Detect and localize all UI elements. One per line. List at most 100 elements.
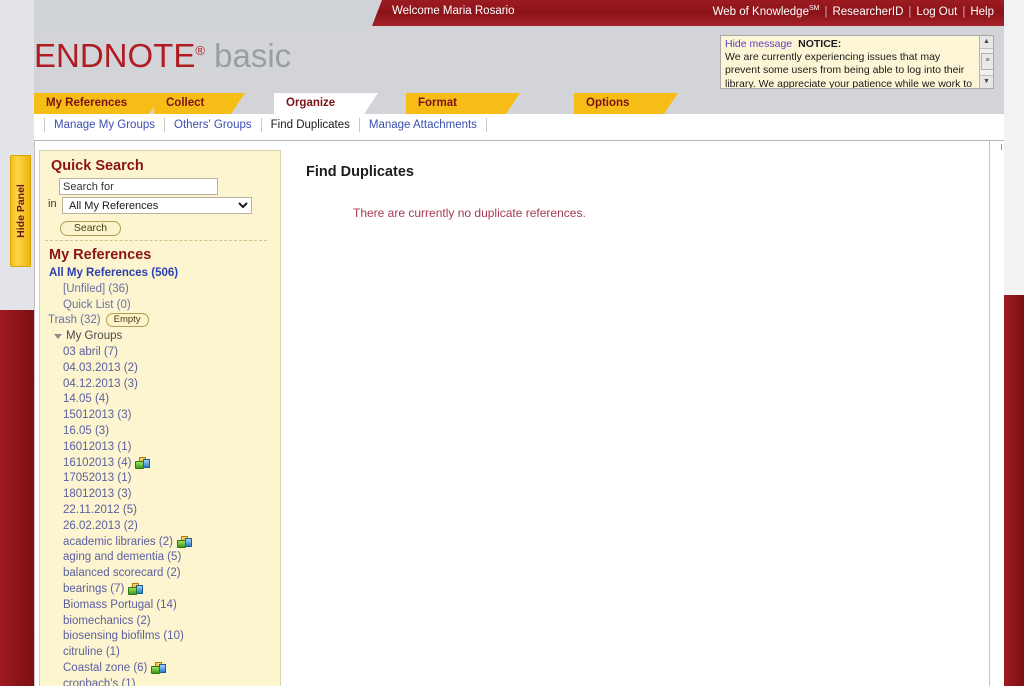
page-edge-right-red	[1004, 295, 1024, 686]
sidebar-group-item[interactable]: citruline (1)	[40, 645, 280, 661]
tab-organize[interactable]: Organize	[274, 93, 378, 114]
search-scope-select[interactable]: All My References	[62, 197, 252, 214]
sidebar-group-item[interactable]: 15012013 (3)	[40, 408, 280, 424]
left-sidebar: Quick Search in All My References Search…	[39, 150, 281, 686]
group-label: citruline (1)	[63, 646, 120, 659]
group-label: 16012013 (1)	[63, 440, 132, 453]
sidebar-group-item[interactable]: academic libraries (2)	[40, 535, 280, 551]
sidebar-group-item[interactable]: 16.05 (3)	[40, 424, 280, 440]
subnav-others-groups[interactable]: Others' Groups	[165, 119, 261, 131]
search-input[interactable]	[59, 178, 218, 195]
trash-label: Trash (32)	[48, 314, 101, 327]
tab-label: Organize	[286, 97, 336, 109]
group-label: 15012013 (3)	[63, 409, 132, 422]
top-utility-bar: Welcome Maria Rosario Web of KnowledgeSM…	[34, 0, 1004, 26]
sidebar-group-item[interactable]: cronbach's (1)	[40, 677, 280, 686]
sidebar-group-item[interactable]: biosensing biofilms (10)	[40, 629, 280, 645]
link-separator-3: |	[962, 5, 966, 18]
sidebar-group-item[interactable]: biomechanics (2)	[40, 614, 280, 630]
group-label: 17052013 (1)	[63, 472, 132, 485]
registered-mark-icon: ®	[195, 43, 205, 58]
sidebar-item-my-groups[interactable]: My Groups	[40, 329, 280, 345]
sm-superscript: SM	[808, 5, 820, 12]
content-tick-right	[1001, 144, 1002, 150]
group-label: 18012013 (3)	[63, 488, 132, 501]
sidebar-group-item[interactable]: 04.12.2013 (3)	[40, 377, 280, 393]
tab-label: Options	[586, 97, 630, 109]
subnav-manage-attachments[interactable]: Manage Attachments	[360, 119, 486, 131]
sidebar-group-item[interactable]: 18012013 (3)	[40, 487, 280, 503]
my-groups-label: My Groups	[66, 330, 123, 343]
tab-options[interactable]: Options	[574, 93, 678, 114]
group-label: biomechanics (2)	[63, 614, 151, 627]
notice-box: Hide message NOTICE: We are currently exp…	[720, 35, 994, 89]
tab-label: Collect	[166, 97, 205, 109]
sidebar-group-item[interactable]: 03 abril (7)	[40, 345, 280, 361]
sidebar-group-item[interactable]: 26.02.2013 (2)	[40, 519, 280, 535]
chevron-down-icon[interactable]	[54, 333, 62, 339]
app-header: ENDNOTE® basic Hide message NOTICE: We ar…	[34, 26, 1004, 93]
sidebar-group-item[interactable]: 04.03.2013 (2)	[40, 361, 280, 377]
group-label: 04.12.2013 (3)	[63, 377, 138, 390]
app-root: Welcome Maria Rosario Web of KnowledgeSM…	[0, 0, 1024, 686]
sidebar-group-item[interactable]: 17052013 (1)	[40, 471, 280, 487]
search-scope-label: in	[48, 198, 57, 210]
empty-trash-button[interactable]: Empty	[105, 313, 149, 328]
sidebar-divider	[45, 240, 267, 241]
group-label: balanced scorecard (2)	[63, 567, 181, 580]
main-tab-strip: My References Collect Organize Format Op…	[34, 93, 1004, 114]
page-edge-left-red	[0, 310, 34, 686]
sidebar-group-item[interactable]: Coastal zone (6)	[40, 661, 280, 677]
hide-message-link[interactable]: Hide message	[725, 38, 792, 50]
link-web-of-knowledge[interactable]: Web of KnowledgeSM	[713, 5, 820, 18]
group-label: 26.02.2013 (2)	[63, 519, 138, 532]
logo-endnote-text: ENDNOTE	[34, 37, 196, 74]
group-label: 16102013 (4)	[63, 456, 132, 469]
tab-label: Format	[418, 97, 457, 109]
quick-search-heading: Quick Search	[51, 158, 144, 174]
group-label: 14.05 (4)	[63, 393, 110, 406]
group-label: 22.11.2012 (5)	[63, 503, 137, 516]
tab-my-references[interactable]: My References	[34, 93, 163, 114]
tab-label: My References	[46, 97, 128, 109]
group-label: academic libraries (2)	[63, 535, 173, 548]
subnav-manage-my-groups[interactable]: Manage My Groups	[45, 119, 164, 131]
group-label: aging and dementia (5)	[63, 551, 182, 564]
sidebar-group-item[interactable]: 14.05 (4)	[40, 392, 280, 408]
sidebar-item-trash[interactable]: Trash (32) Empty	[40, 313, 280, 329]
hide-panel-label: Hide Panel	[14, 184, 27, 238]
sidebar-group-item[interactable]: 16102013 (4)	[40, 456, 280, 472]
group-label: 04.03.2013 (2)	[63, 361, 138, 374]
top-nav-links: Web of KnowledgeSM | ResearcherID | Log Out |…	[713, 5, 994, 18]
shared-group-icon	[176, 535, 192, 548]
sidebar-group-item[interactable]: balanced scorecard (2)	[40, 566, 280, 582]
scroll-up-icon[interactable]: ▲	[980, 36, 993, 49]
hide-panel-toggle[interactable]: Hide Panel	[10, 155, 31, 267]
sidebar-item-unfiled[interactable]: [Unfiled] (36)	[40, 282, 280, 298]
scrollbar-thumb[interactable]: ≡	[981, 53, 993, 70]
link-log-out[interactable]: Log Out	[916, 6, 957, 18]
sidebar-group-item[interactable]: bearings (7)	[40, 582, 280, 598]
sidebar-group-item[interactable]: 16012013 (1)	[40, 440, 280, 456]
tab-collect[interactable]: Collect	[154, 93, 245, 114]
link-separator-2: |	[908, 5, 912, 18]
tab-format[interactable]: Format	[406, 93, 520, 114]
group-rows-container: 03 abril (7) 04.03.2013 (2) 04.12.2013 (3)…	[40, 345, 280, 686]
sidebar-group-item[interactable]: 22.11.2012 (5)	[40, 503, 280, 519]
scroll-down-icon[interactable]: ▼	[980, 75, 993, 88]
link-researcherid[interactable]: ResearcherID	[832, 6, 903, 18]
link-help[interactable]: Help	[970, 6, 994, 18]
group-label: 16.05 (3)	[63, 424, 110, 437]
group-label: biosensing biofilms (10)	[63, 630, 184, 643]
page-edge-right-grey	[1004, 0, 1024, 295]
sidebar-item-all-my-references[interactable]: All My References (506)	[40, 266, 280, 282]
sidebar-item-quick-list[interactable]: Quick List (0)	[40, 298, 280, 314]
no-duplicates-message: There are currently no duplicate referen…	[353, 206, 586, 220]
sidebar-group-item[interactable]: Biomass Portugal (14)	[40, 598, 280, 614]
link-separator-1: |	[824, 5, 828, 18]
sidebar-group-item[interactable]: aging and dementia (5)	[40, 550, 280, 566]
search-button[interactable]: Search	[60, 221, 121, 236]
group-label: bearings (7)	[63, 582, 125, 595]
subnav-find-duplicates[interactable]: Find Duplicates	[262, 119, 359, 131]
notice-scrollbar[interactable]: ▲ ≡ ▼	[979, 36, 993, 88]
